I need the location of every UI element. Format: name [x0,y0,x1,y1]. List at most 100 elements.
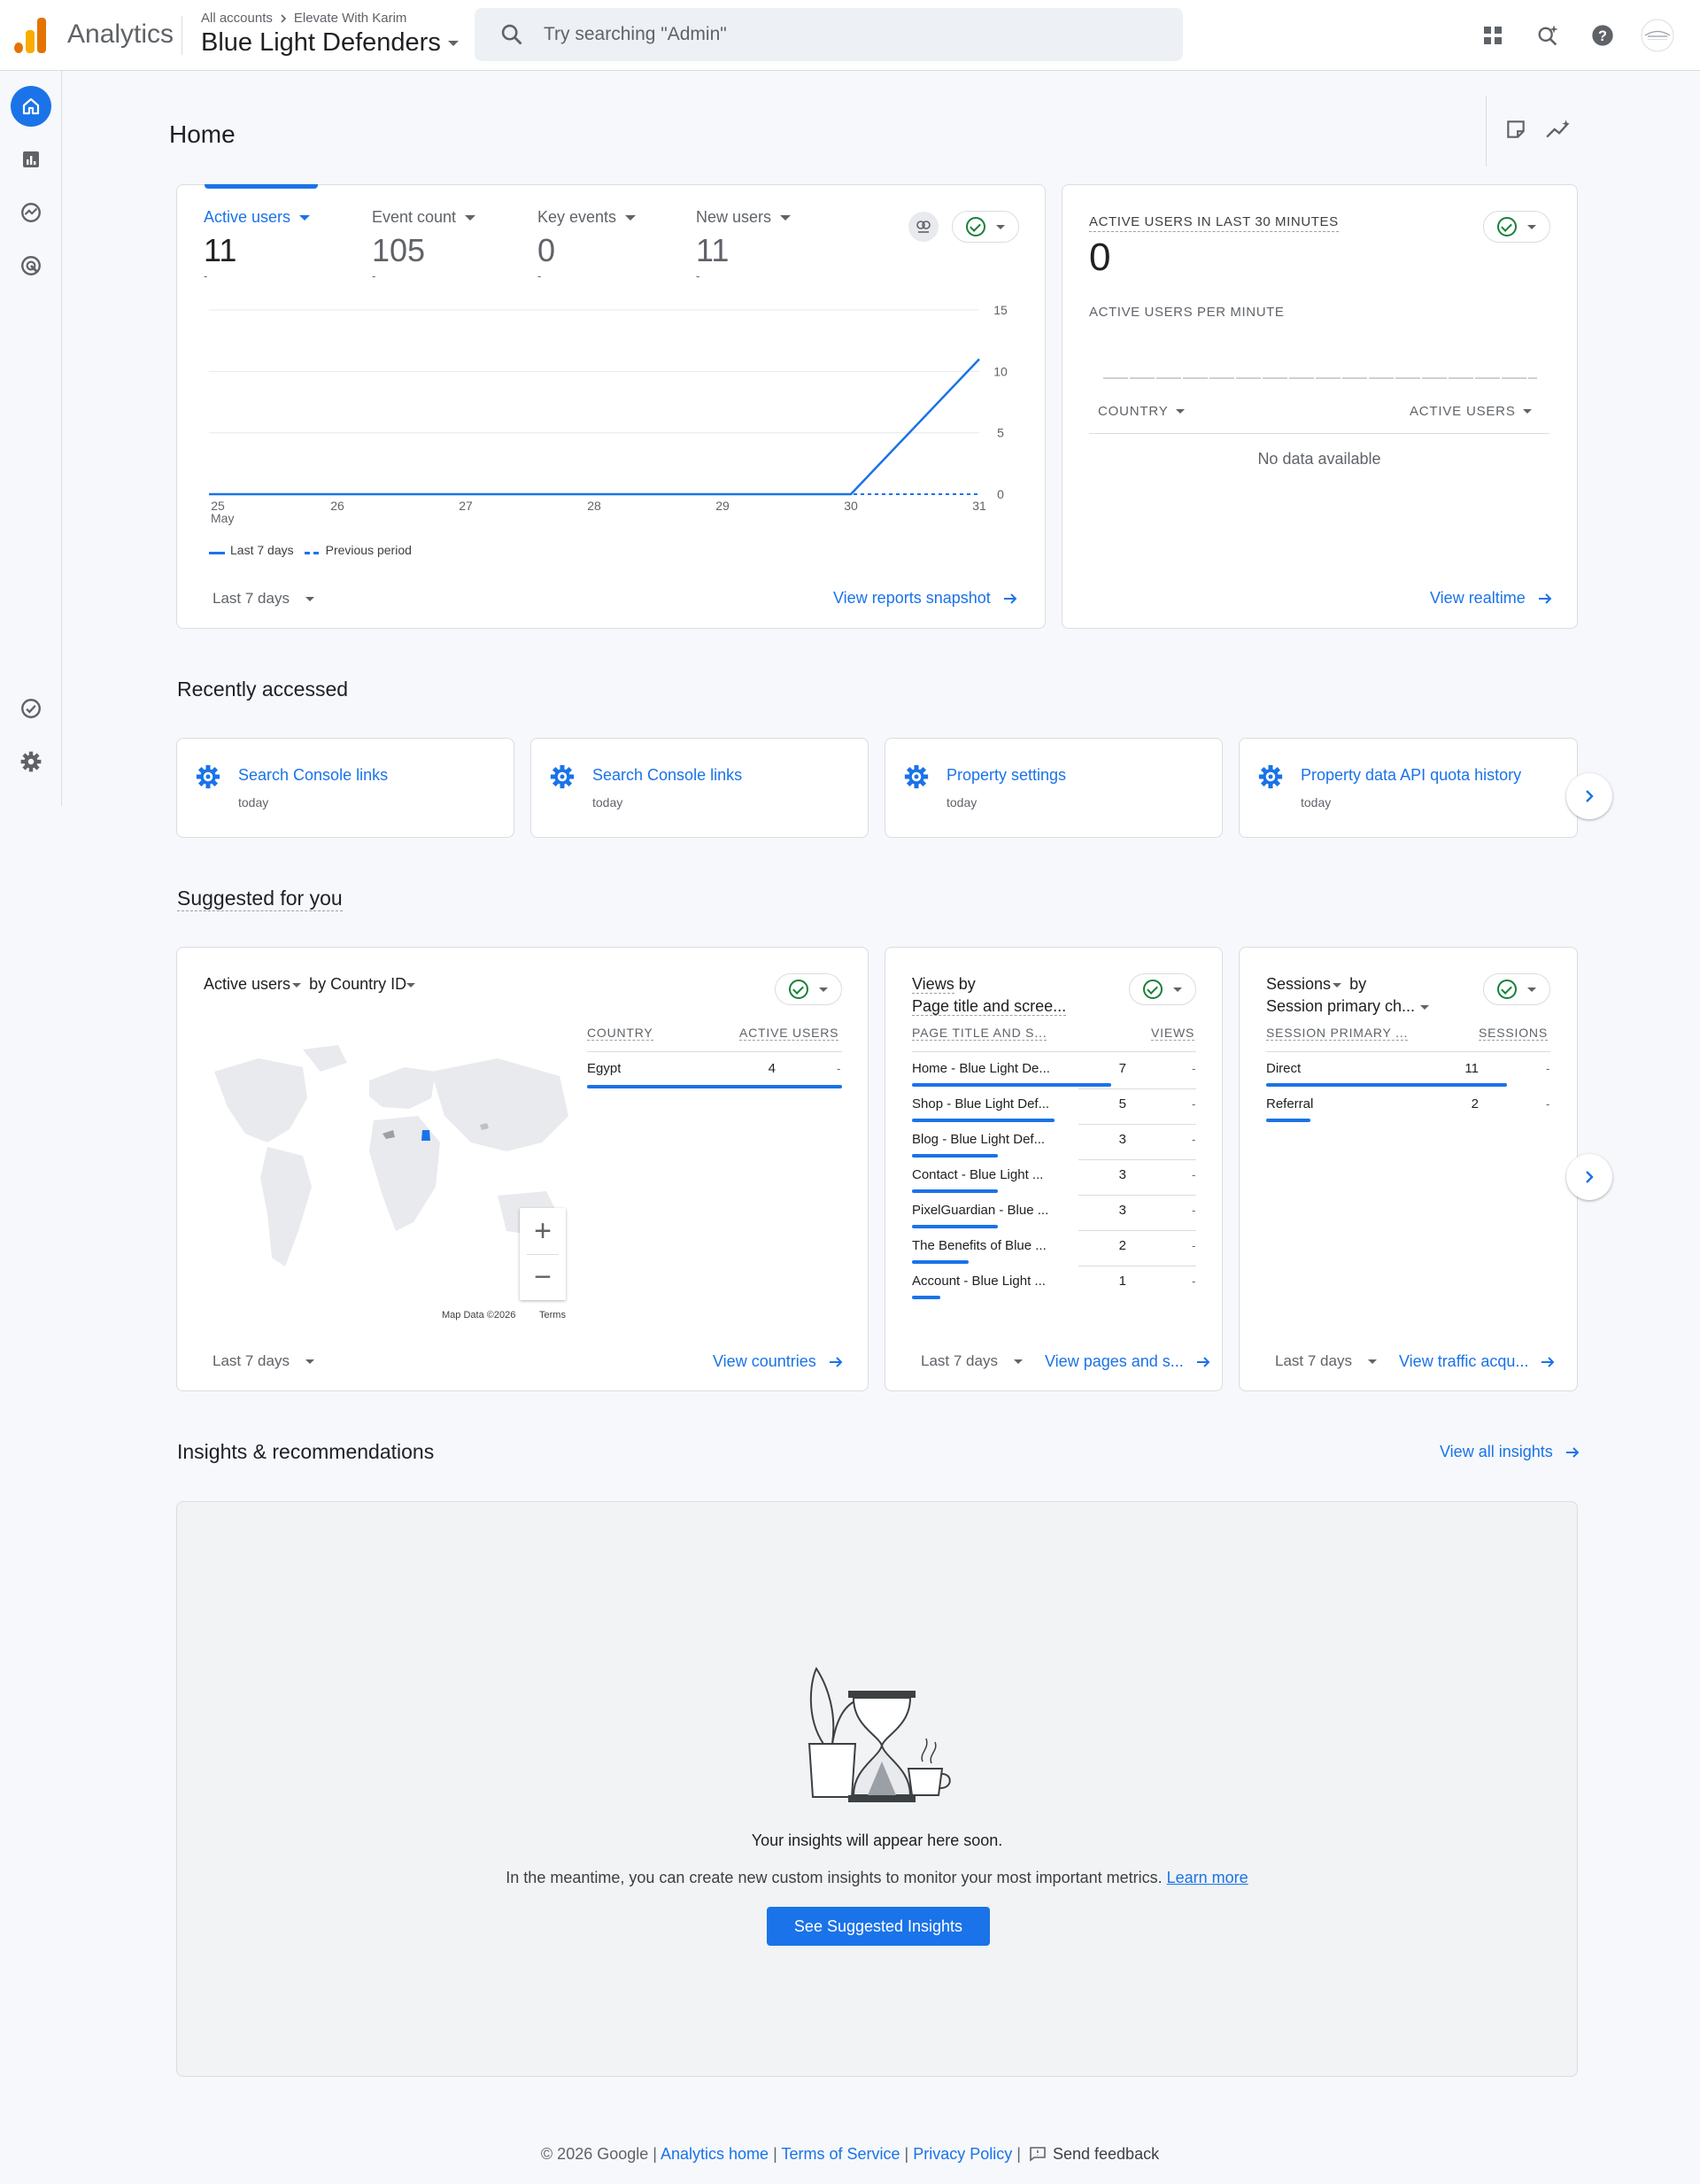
sessions-card-title[interactable]: Sessions by Session primary ch... [1266,973,1430,1018]
nav-admin-gear-icon[interactable] [11,741,51,782]
caret-down-icon [299,214,311,221]
pages-data-quality-button[interactable] [1129,973,1196,1005]
see-suggested-insights-button[interactable]: See Suggested Insights [767,1907,990,1946]
nav-reports-icon[interactable] [11,139,51,180]
analytics-logo-icon[interactable] [14,18,46,53]
breadcrumb[interactable]: All accounts Elevate With Karim [201,11,406,26]
compare-icon[interactable] [908,212,939,242]
metric-value: 0 [537,232,556,268]
row-divider [1078,1088,1196,1089]
learn-more-link[interactable]: Learn more [1167,1869,1248,1886]
analytics-home-link[interactable]: Analytics home [661,2145,769,2163]
table-row-value: 1 [1118,1274,1126,1289]
view-realtime-link[interactable]: View realtime [1430,589,1554,608]
col-country-header[interactable]: COUNTRY [587,1026,653,1041]
terms-link[interactable]: Terms of Service [781,2145,900,2163]
dimension-selector[interactable]: Country ID [330,975,406,993]
col-channel-header[interactable]: SESSION PRIMARY ... [1266,1026,1409,1041]
nav-admin-tasks-icon[interactable] [11,688,51,729]
annotation-note-icon[interactable] [1504,118,1527,145]
zoom-out-button[interactable]: − [520,1255,566,1300]
table-row-name: Contact - Blue Light ... [912,1167,1044,1182]
col-active-users-header[interactable]: ACTIVE USERS [739,1026,839,1041]
recent-item[interactable]: Property data API quota history today [1239,738,1578,838]
date-range-select[interactable]: Last 7 days [212,1352,314,1370]
date-range-select[interactable]: Last 7 days [1275,1352,1377,1370]
chart-legend: Last 7 days Previous period [209,543,412,557]
footer-separator: | [773,2145,777,2163]
product-name: Analytics [67,19,174,49]
table-row-change: - [1192,1239,1196,1252]
breadcrumb-account[interactable]: Elevate With Karim [294,11,407,26]
country-card-title[interactable]: Active users by Country ID [204,973,416,995]
metric-selector[interactable]: Sessions [1266,975,1331,993]
col-views-header[interactable]: VIEWS [1151,1026,1195,1041]
caret-down-icon [625,214,637,221]
metric-active-users[interactable]: Active users 11 - [204,208,311,283]
table-row-change: - [837,1062,841,1075]
sessions-data-quality-button[interactable] [1483,973,1550,1005]
metric-new-users[interactable]: New users 11 - [696,208,792,283]
metric-selector[interactable]: Views [912,975,954,994]
left-nav [0,71,62,806]
apps-grid-icon[interactable] [1475,18,1511,53]
metric-selector[interactable]: Active users [204,975,290,993]
send-feedback-button[interactable]: Send feedback [1025,2145,1159,2163]
search-insights-icon[interactable] [1530,18,1565,53]
caret-down-icon [292,983,302,987]
recent-next-button[interactable] [1566,773,1612,819]
view-traffic-link[interactable]: View traffic acqu... [1399,1352,1557,1371]
table-row-value: 4 [768,1061,776,1076]
realtime-per-minute-label: ACTIVE USERS PER MINUTE [1089,305,1285,320]
suggested-next-button[interactable] [1566,1154,1612,1200]
view-countries-link[interactable]: View countries [713,1352,845,1371]
caret-down-icon [305,596,314,601]
search-input[interactable] [544,24,1146,45]
breadcrumb-root[interactable]: All accounts [201,11,273,26]
caret-down-icon [1013,1359,1023,1364]
dimension-selector[interactable]: Session primary ch... [1266,997,1415,1015]
nav-home-icon[interactable] [11,86,51,127]
table-row-bar [1266,1083,1507,1087]
divider [1089,433,1549,434]
table-row-bar [912,1260,969,1264]
pages-card-title[interactable]: Views by Page title and scree... [912,973,1067,1018]
data-quality-button[interactable] [952,211,1019,243]
view-reports-snapshot-link[interactable]: View reports snapshot [833,589,1019,608]
date-range-select[interactable]: Last 7 days [921,1352,1023,1370]
help-icon[interactable]: ? [1585,18,1620,53]
privacy-link[interactable]: Privacy Policy [913,2145,1012,2163]
recently-accessed-title: Recently accessed [177,678,349,701]
insights-trend-icon[interactable] [1545,118,1572,145]
metric-event-count[interactable]: Event count 105 - [372,208,476,283]
table-row-name: Shop - Blue Light Def... [912,1096,1050,1111]
nav-explore-icon[interactable] [11,192,51,233]
zoom-in-button[interactable]: + [520,1208,566,1254]
country-data-quality-button[interactable] [775,973,842,1005]
dimension-selector[interactable]: Page title and scree... [912,997,1067,1016]
recent-item-title: Property settings [947,766,1067,784]
account-avatar[interactable] [1640,18,1675,53]
col-page-title-header[interactable]: PAGE TITLE AND S... [912,1026,1047,1041]
recent-item-time: today [238,795,269,809]
col-active-users-header[interactable]: ACTIVE USERS [1410,404,1532,419]
divider [912,1051,1196,1052]
view-all-insights-link[interactable]: View all insights [1440,1443,1581,1461]
date-range-select[interactable]: Last 7 days [212,590,314,608]
metric-key-events[interactable]: Key events 0 - [537,208,637,283]
recent-item[interactable]: Search Console links today [530,738,869,838]
map-terms-link[interactable]: Terms [539,1310,566,1320]
col-country-header[interactable]: COUNTRY [1098,404,1185,419]
view-pages-link[interactable]: View pages and s... [1045,1352,1212,1371]
realtime-data-quality-button[interactable] [1483,211,1550,243]
recent-item[interactable]: Search Console links today [176,738,514,838]
nav-advertising-icon[interactable] [11,245,51,286]
property-selector[interactable]: Blue Light Defenders [201,28,459,58]
col-sessions-header[interactable]: SESSIONS [1479,1026,1548,1041]
caret-down-icon [1527,987,1536,992]
search-bar[interactable] [475,8,1183,61]
recent-item[interactable]: Property settings today [885,738,1223,838]
arrow-right-icon [1565,1446,1580,1458]
table-row-bar [587,1085,842,1088]
table-row-change: - [1546,1097,1550,1111]
